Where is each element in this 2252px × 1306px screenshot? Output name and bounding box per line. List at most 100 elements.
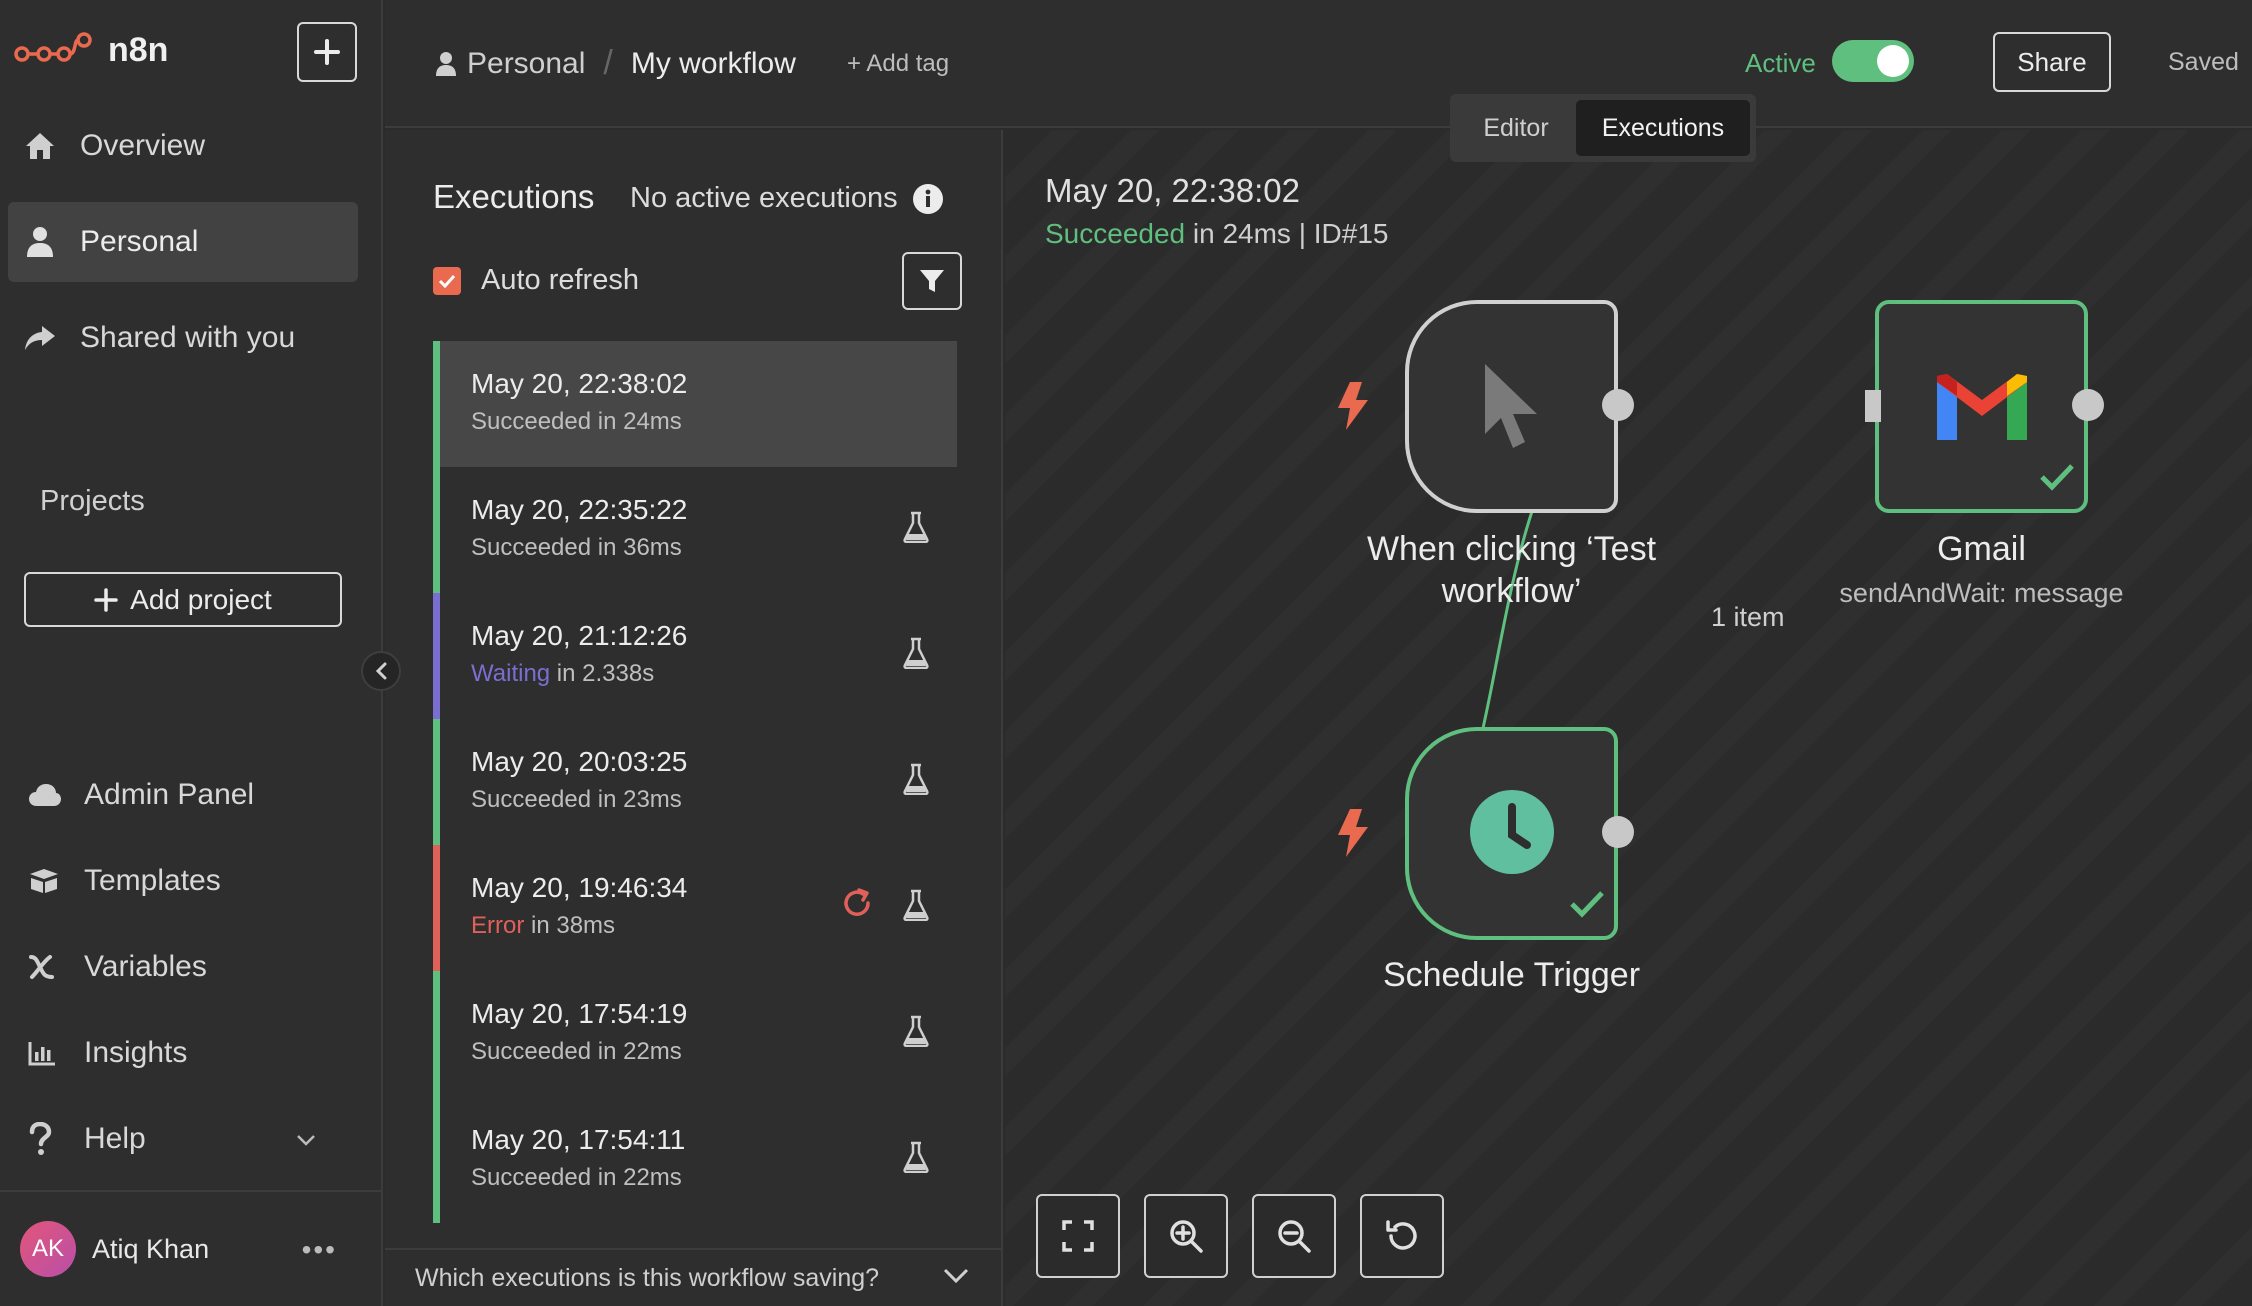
active-label: Active [1745,48,1816,78]
node-manual-trigger[interactable] [1405,300,1618,513]
execution-item[interactable]: May 20, 22:35:22 Succeeded in 36ms [433,467,957,593]
clock-icon [1470,790,1554,874]
zoom-in-button[interactable] [1144,1194,1228,1278]
filter-icon [920,270,944,292]
zoom-out-button[interactable] [1252,1194,1336,1278]
avatar: AK [20,1221,76,1277]
tab-executions[interactable]: Executions [1576,100,1750,156]
execution-item[interactable]: May 20, 21:12:26 Waiting in 2.338s [433,593,957,719]
plus-icon [94,587,118,612]
create-new-button[interactable] [297,22,357,82]
add-project-label: Add project [130,583,272,615]
more-options-icon[interactable]: ••• [302,1234,337,1266]
n8n-logo[interactable]: n8n [14,30,168,70]
fit-view-icon [1062,1220,1094,1252]
flask-icon[interactable] [903,1015,929,1047]
sidebar-item-overview[interactable]: Overview [8,106,358,186]
user-icon [0,226,80,258]
node-manual-trigger-label: When clicking ‘Test workflow’ [1366,530,1657,610]
node-gmail-subtitle: sendAndWait: message [1839,578,2124,608]
no-active-label: No active executions [630,182,898,214]
add-tag-button[interactable]: + Add tag [847,50,949,78]
trigger-bolt-icon [1338,809,1368,857]
execution-status: Succeeded in 22ms [471,1038,682,1065]
reset-zoom-button[interactable] [1360,1194,1444,1278]
sidebar-item-admin-panel[interactable]: Admin Panel [28,778,254,812]
active-toggle[interactable] [1832,40,1914,82]
flask-icon[interactable] [903,511,929,543]
sidebar-item-help[interactable]: Help [28,1122,328,1156]
add-project-button[interactable]: Add project [24,572,342,627]
sidebar-item-label: Help [84,1122,146,1155]
sidebar-item-personal[interactable]: Personal [8,202,358,282]
n8n-logo-icon [14,32,92,62]
execution-status: Error in 38ms [471,912,616,939]
filter-button[interactable] [902,252,962,310]
cloud-icon [28,783,84,807]
flask-icon[interactable] [903,889,929,921]
execution-item[interactable]: May 20, 22:38:02 Succeeded in 24ms [433,341,957,467]
projects-title: Projects [40,485,145,517]
sidebar-item-templates[interactable]: Templates [28,864,221,898]
chevron-down-icon [943,1268,969,1284]
chevron-down-icon [297,1135,315,1146]
execution-item[interactable]: May 20, 17:54:11 Succeeded in 22ms [433,1097,957,1223]
edge-item-count: 1 item [1711,602,1785,632]
check-icon [438,274,456,288]
home-icon [0,131,80,161]
workflow-name[interactable]: My workflow [631,47,796,81]
sidebar: n8n Overview Personal Shared with you Pr… [0,0,383,1306]
user-menu[interactable]: AK Atiq Khan ••• [0,1190,383,1306]
saved-status: Saved [2168,48,2239,76]
output-handle[interactable] [1600,814,1636,850]
share-icon [0,324,80,352]
flask-icon[interactable] [903,1141,929,1173]
saving-question: Which executions is this workflow saving… [415,1263,880,1292]
sidebar-item-label: Personal [80,225,199,258]
fit-view-button[interactable] [1036,1194,1120,1278]
sidebar-item-label: Insights [84,1036,188,1069]
node-schedule-trigger[interactable] [1405,727,1618,940]
flask-icon[interactable] [903,763,929,795]
plus-icon [314,39,340,65]
success-check-icon [1570,891,1604,918]
info-icon[interactable] [912,183,944,215]
sidebar-item-label: Admin Panel [84,778,255,811]
toggle-knob [1877,45,1909,77]
user-icon [436,51,456,76]
auto-refresh-checkbox[interactable] [433,266,461,295]
app-name: n8n [108,30,169,69]
box-icon [28,868,84,894]
breadcrumb: Personal / My workflow [435,44,796,83]
execution-item[interactable]: May 20, 20:03:25 Succeeded in 23ms [433,719,957,845]
breadcrumb-project[interactable]: Personal [467,47,585,81]
sidebar-item-shared[interactable]: Shared with you [8,298,358,378]
node-gmail[interactable] [1875,300,2088,513]
execution-date: May 20, 17:54:19 [471,998,688,1029]
view-tabs: Editor Executions [1450,94,1756,162]
gmail-icon [1937,374,2027,440]
retry-icon[interactable] [841,887,873,919]
execution-date: May 20, 22:38:02 [471,368,688,399]
share-button[interactable]: Share [1993,32,2111,92]
output-handle[interactable] [2070,387,2106,423]
node-gmail-label: Gmail [1937,530,2026,568]
output-handle[interactable] [1600,387,1636,423]
workflow-canvas[interactable]: May 20, 22:38:02 Succeeded in 24ms | ID#… [1005,130,2252,1306]
execution-date: May 20, 19:46:34 [471,872,688,903]
input-handle[interactable] [1865,390,1881,422]
sidebar-item-variables[interactable]: Variables [28,950,207,984]
execution-status: Succeeded in 23ms [471,786,682,813]
chart-icon [28,1040,84,1066]
tab-editor[interactable]: Editor [1456,100,1576,156]
variable-icon [28,953,84,981]
collapse-sidebar-button[interactable] [361,651,401,691]
sidebar-item-label: Shared with you [80,321,296,354]
auto-refresh-label: Auto refresh [481,264,639,296]
sidebar-item-insights[interactable]: Insights [28,1036,187,1070]
auto-refresh[interactable]: Auto refresh [433,264,639,297]
execution-item[interactable]: May 20, 19:46:34 Error in 38ms [433,845,957,971]
saving-settings-toggle[interactable]: Which executions is this workflow saving… [385,1248,1001,1306]
flask-icon[interactable] [903,637,929,669]
execution-item[interactable]: May 20, 17:54:19 Succeeded in 22ms [433,971,957,1097]
